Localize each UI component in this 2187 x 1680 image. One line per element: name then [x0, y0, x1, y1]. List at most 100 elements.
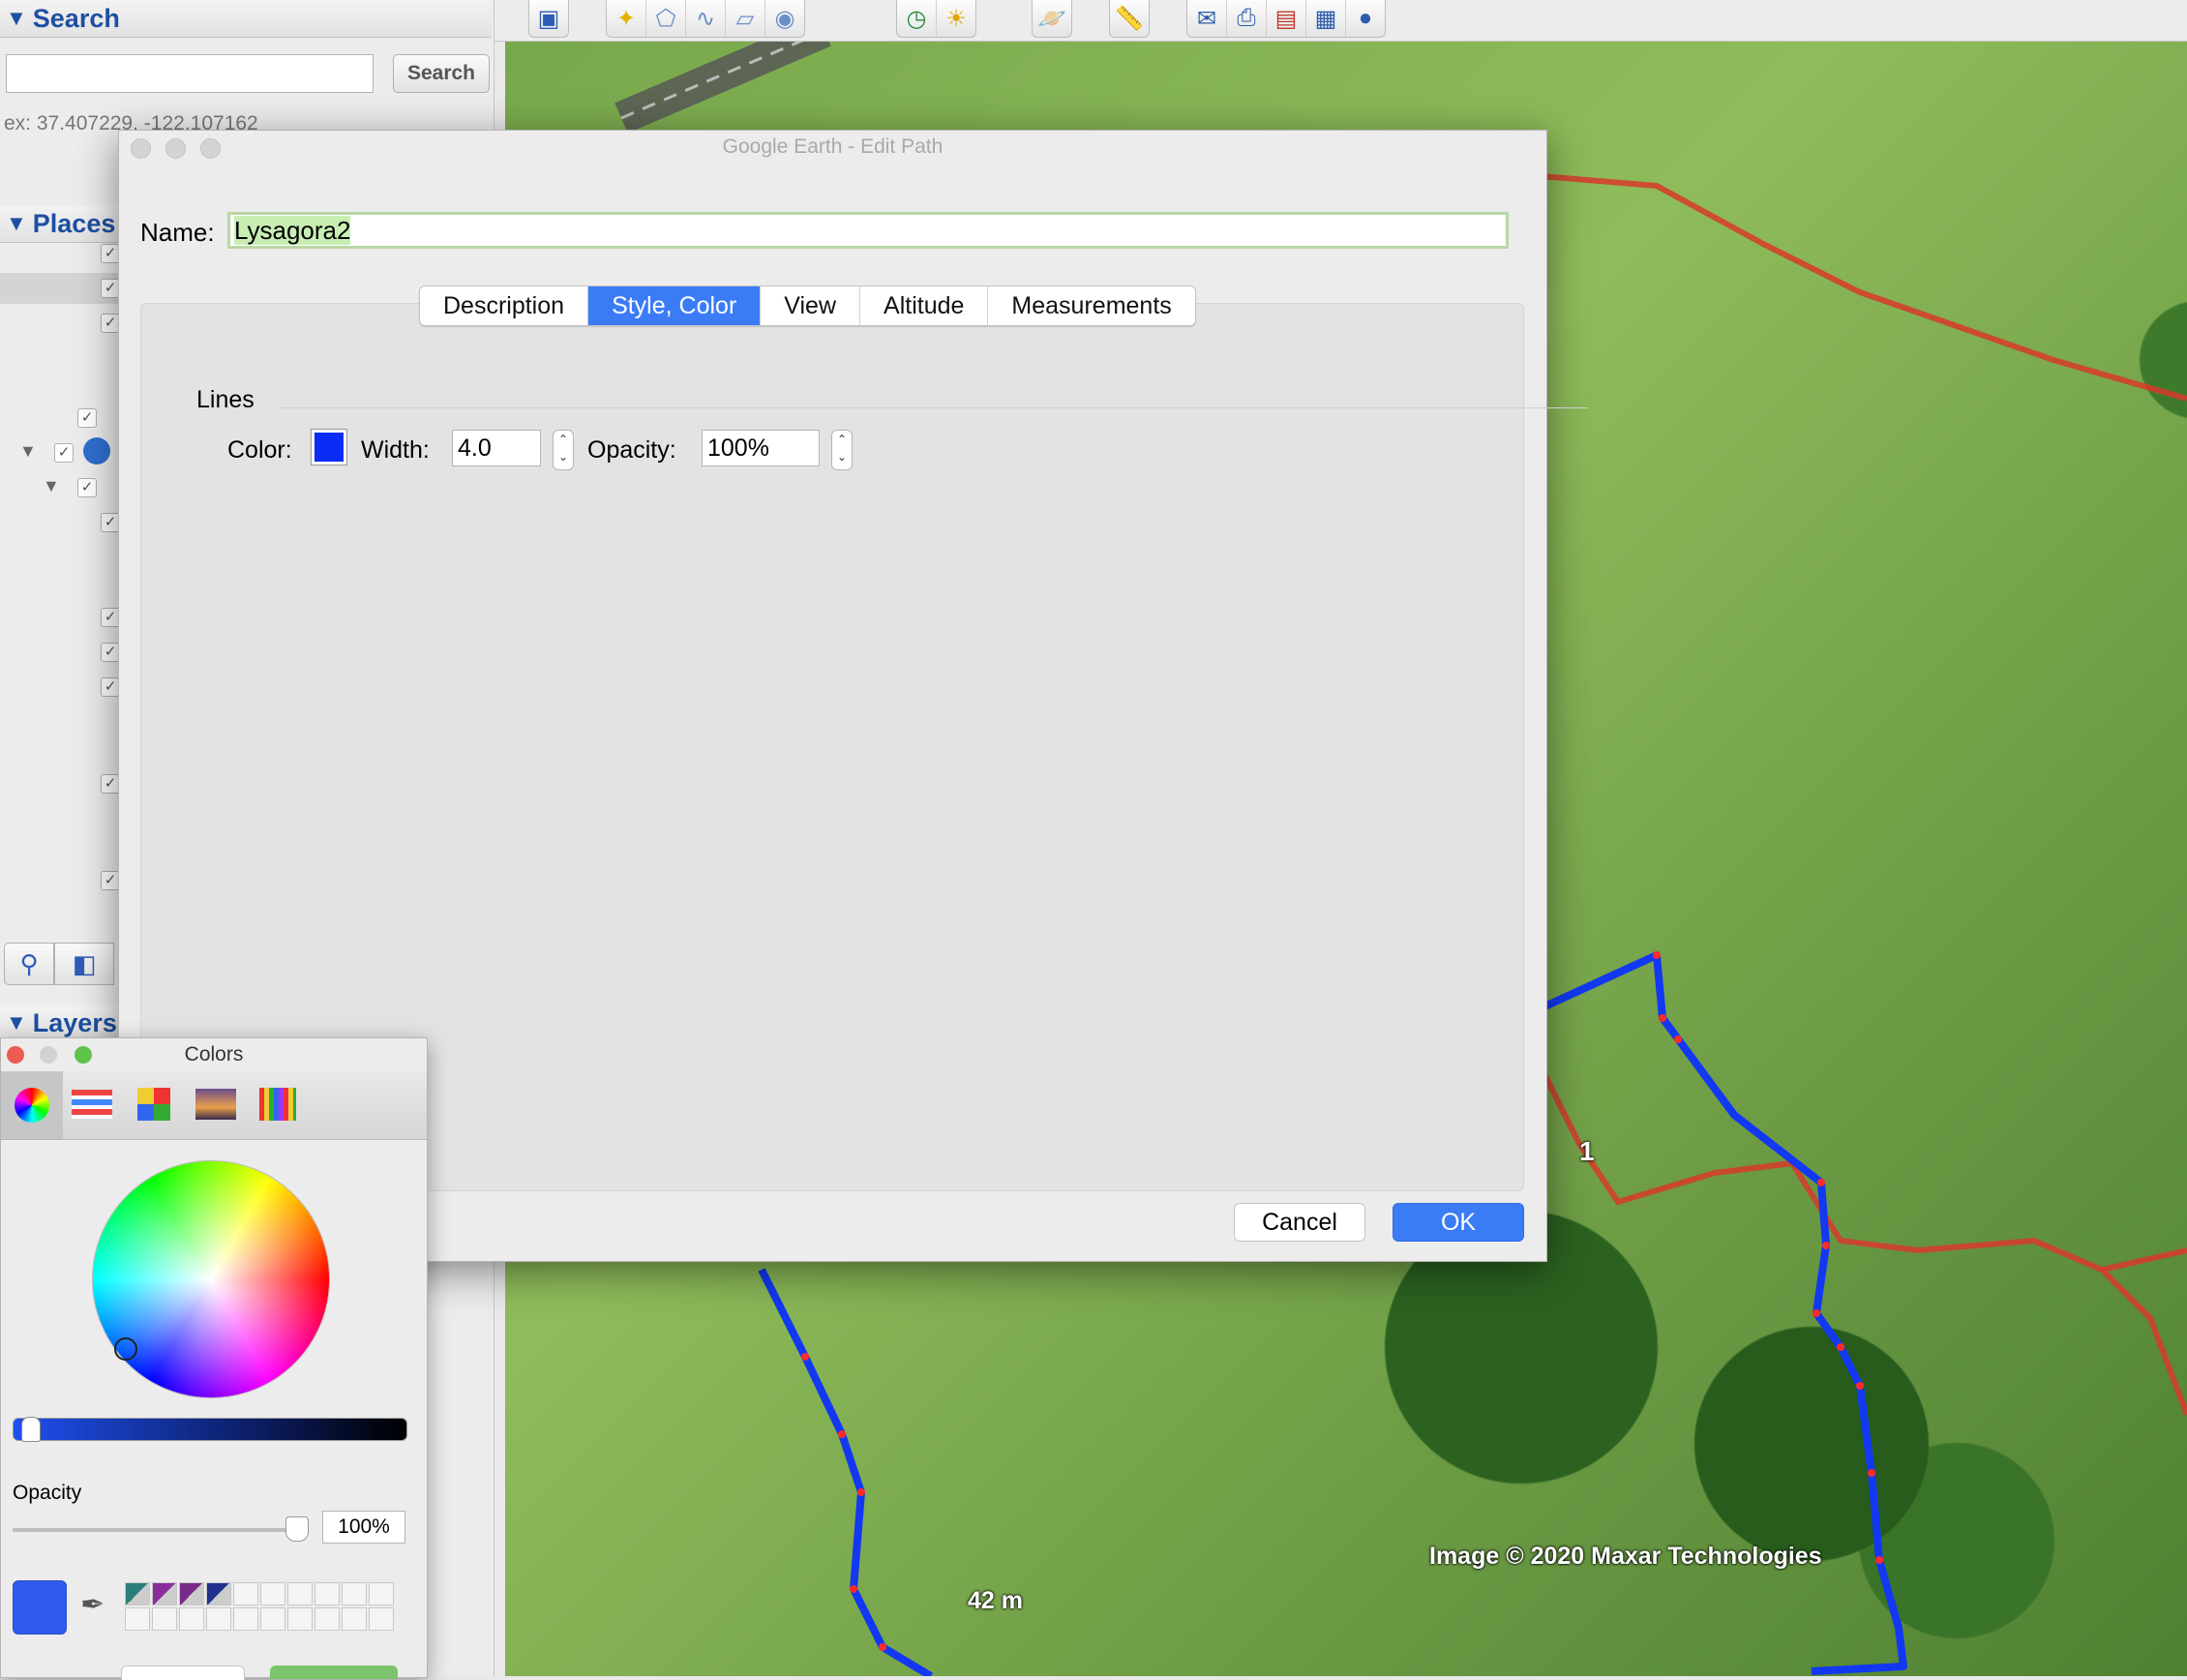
pencils-mode-icon[interactable] [255, 1083, 301, 1125]
minimize-window-icon[interactable] [165, 138, 186, 159]
place-checkbox[interactable]: ✓ [101, 244, 120, 263]
color-palettes-mode-icon[interactable] [131, 1083, 177, 1125]
color-mode-toolbar [1, 1071, 427, 1140]
search-section-header[interactable]: ▼ Search [0, 0, 492, 38]
saved-swatch[interactable] [179, 1607, 204, 1631]
print-icon[interactable]: ⎙ [1227, 0, 1267, 37]
saved-swatch[interactable] [260, 1607, 285, 1631]
width-stepper[interactable]: ⌃ ⌄ [553, 430, 574, 470]
historical-imagery-icon[interactable]: ◷ [897, 0, 937, 37]
tab-style-color[interactable]: Style, Color [588, 286, 762, 325]
dialog-title: Google Earth - Edit Path [722, 135, 944, 158]
colors-opacity-label: Opacity [13, 1482, 82, 1504]
place-checkbox[interactable]: ✓ [101, 314, 120, 333]
expand-triangle-icon[interactable]: ▼ [43, 476, 60, 496]
saved-swatch[interactable] [125, 1582, 150, 1605]
save-image-icon[interactable]: ▤ [1267, 0, 1306, 37]
search-places-icon[interactable]: ⚲ [4, 943, 54, 985]
saved-swatches [125, 1582, 394, 1631]
place-checkbox[interactable]: ✓ [101, 677, 120, 697]
color-wheel[interactable] [92, 1160, 330, 1398]
place-checkbox[interactable]: ✓ [101, 279, 120, 298]
saved-swatch[interactable] [369, 1607, 394, 1631]
expand-triangle-icon[interactable]: ▼ [19, 441, 37, 462]
minimize-window-icon[interactable] [40, 1046, 57, 1064]
search-input[interactable] [6, 54, 374, 93]
brightness-slider[interactable] [13, 1417, 407, 1442]
saved-swatch[interactable] [152, 1607, 177, 1631]
saved-swatch[interactable] [315, 1582, 340, 1605]
earth-folder-icon [83, 437, 110, 465]
place-checkbox[interactable]: ✓ [101, 643, 120, 662]
ok-button-partial[interactable] [270, 1665, 398, 1679]
place-checkbox[interactable]: ✓ [101, 774, 120, 794]
panel-toggle-icon[interactable]: ◧ [54, 943, 114, 985]
tab-description[interactable]: Description [420, 286, 589, 325]
opacity-field[interactable]: 100% [702, 430, 820, 466]
colors-opacity-slider-knob[interactable] [285, 1516, 309, 1542]
ruler-icon[interactable]: 📏 [1110, 0, 1149, 37]
place-checkbox[interactable]: ✓ [54, 443, 74, 463]
name-field[interactable]: Lysagora2 [227, 212, 1509, 249]
cancel-button-partial[interactable] [121, 1665, 245, 1680]
current-color-swatch[interactable] [13, 1580, 67, 1635]
saved-swatch[interactable] [260, 1582, 285, 1605]
toolbar-group-ruler: 📏 [1109, 0, 1150, 38]
image-palettes-mode-icon[interactable] [193, 1083, 239, 1125]
zoom-window-icon[interactable] [75, 1046, 92, 1064]
place-checkbox[interactable]: ✓ [77, 408, 97, 428]
toggle-sidebar-icon[interactable]: ▣ [529, 0, 568, 37]
colors-opacity-slider[interactable] [13, 1528, 303, 1532]
view-in-maps-icon[interactable]: ▦ [1306, 0, 1346, 37]
color-wheel-mode-icon[interactable] [1, 1071, 63, 1139]
planets-icon[interactable]: 🪐 [1033, 0, 1071, 37]
email-icon[interactable]: ✉ [1187, 0, 1227, 37]
place-checkbox[interactable]: ✓ [101, 608, 120, 627]
search-header-label: Search [32, 3, 120, 33]
width-field[interactable]: 4.0 [452, 430, 541, 466]
search-button[interactable]: Search [393, 54, 490, 93]
close-window-icon[interactable] [131, 138, 151, 159]
brightness-slider-knob[interactable] [21, 1417, 41, 1442]
saved-swatch[interactable] [315, 1607, 340, 1631]
eyedropper-icon[interactable]: ✒ [80, 1588, 105, 1622]
add-placemark-icon[interactable]: ✦ [607, 0, 646, 37]
colors-opacity-field[interactable]: 100% [322, 1511, 405, 1544]
earth-gallery-icon[interactable]: ● [1346, 0, 1385, 37]
tab-measurements[interactable]: Measurements [988, 286, 1194, 325]
record-tour-icon[interactable]: ◉ [765, 0, 804, 37]
tab-view[interactable]: View [761, 286, 861, 325]
cancel-button[interactable]: Cancel [1234, 1203, 1365, 1242]
add-polygon-icon[interactable]: ⬠ [646, 0, 686, 37]
saved-swatch[interactable] [369, 1582, 394, 1605]
saved-swatch[interactable] [287, 1607, 313, 1631]
line-color-well[interactable] [311, 429, 347, 465]
add-path-icon[interactable]: ∿ [686, 0, 726, 37]
opacity-stepper[interactable]: ⌃ ⌄ [831, 430, 853, 470]
saved-swatch[interactable] [233, 1582, 258, 1605]
saved-swatch[interactable] [287, 1582, 313, 1605]
saved-swatch[interactable] [125, 1607, 150, 1631]
saved-swatch[interactable] [206, 1607, 231, 1631]
ok-button[interactable]: OK [1393, 1203, 1524, 1242]
saved-swatch[interactable] [179, 1582, 204, 1605]
tab-altitude[interactable]: Altitude [860, 286, 989, 325]
add-overlay-icon[interactable]: ▱ [726, 0, 765, 37]
saved-swatch[interactable] [206, 1582, 231, 1605]
place-checkbox[interactable]: ✓ [101, 871, 120, 890]
close-window-icon[interactable] [7, 1046, 24, 1064]
place-checkbox[interactable]: ✓ [101, 513, 120, 532]
toolbar-group-planets: 🪐 [1032, 0, 1072, 38]
color-wheel-crosshair-icon[interactable] [114, 1337, 137, 1361]
saved-swatch[interactable] [152, 1582, 177, 1605]
disclosure-triangle-icon: ▼ [6, 1010, 27, 1035]
saved-swatch[interactable] [342, 1582, 367, 1605]
sunlight-icon[interactable]: ☀ [937, 0, 975, 37]
color-sliders-mode-icon[interactable] [69, 1083, 115, 1125]
place-checkbox[interactable]: ✓ [77, 478, 97, 497]
toolbar-group-view: ◷ ☀ [896, 0, 976, 38]
zoom-window-icon[interactable] [200, 138, 221, 159]
saved-swatch[interactable] [342, 1607, 367, 1631]
saved-swatch[interactable] [233, 1607, 258, 1631]
line-color-swatch [315, 433, 344, 462]
